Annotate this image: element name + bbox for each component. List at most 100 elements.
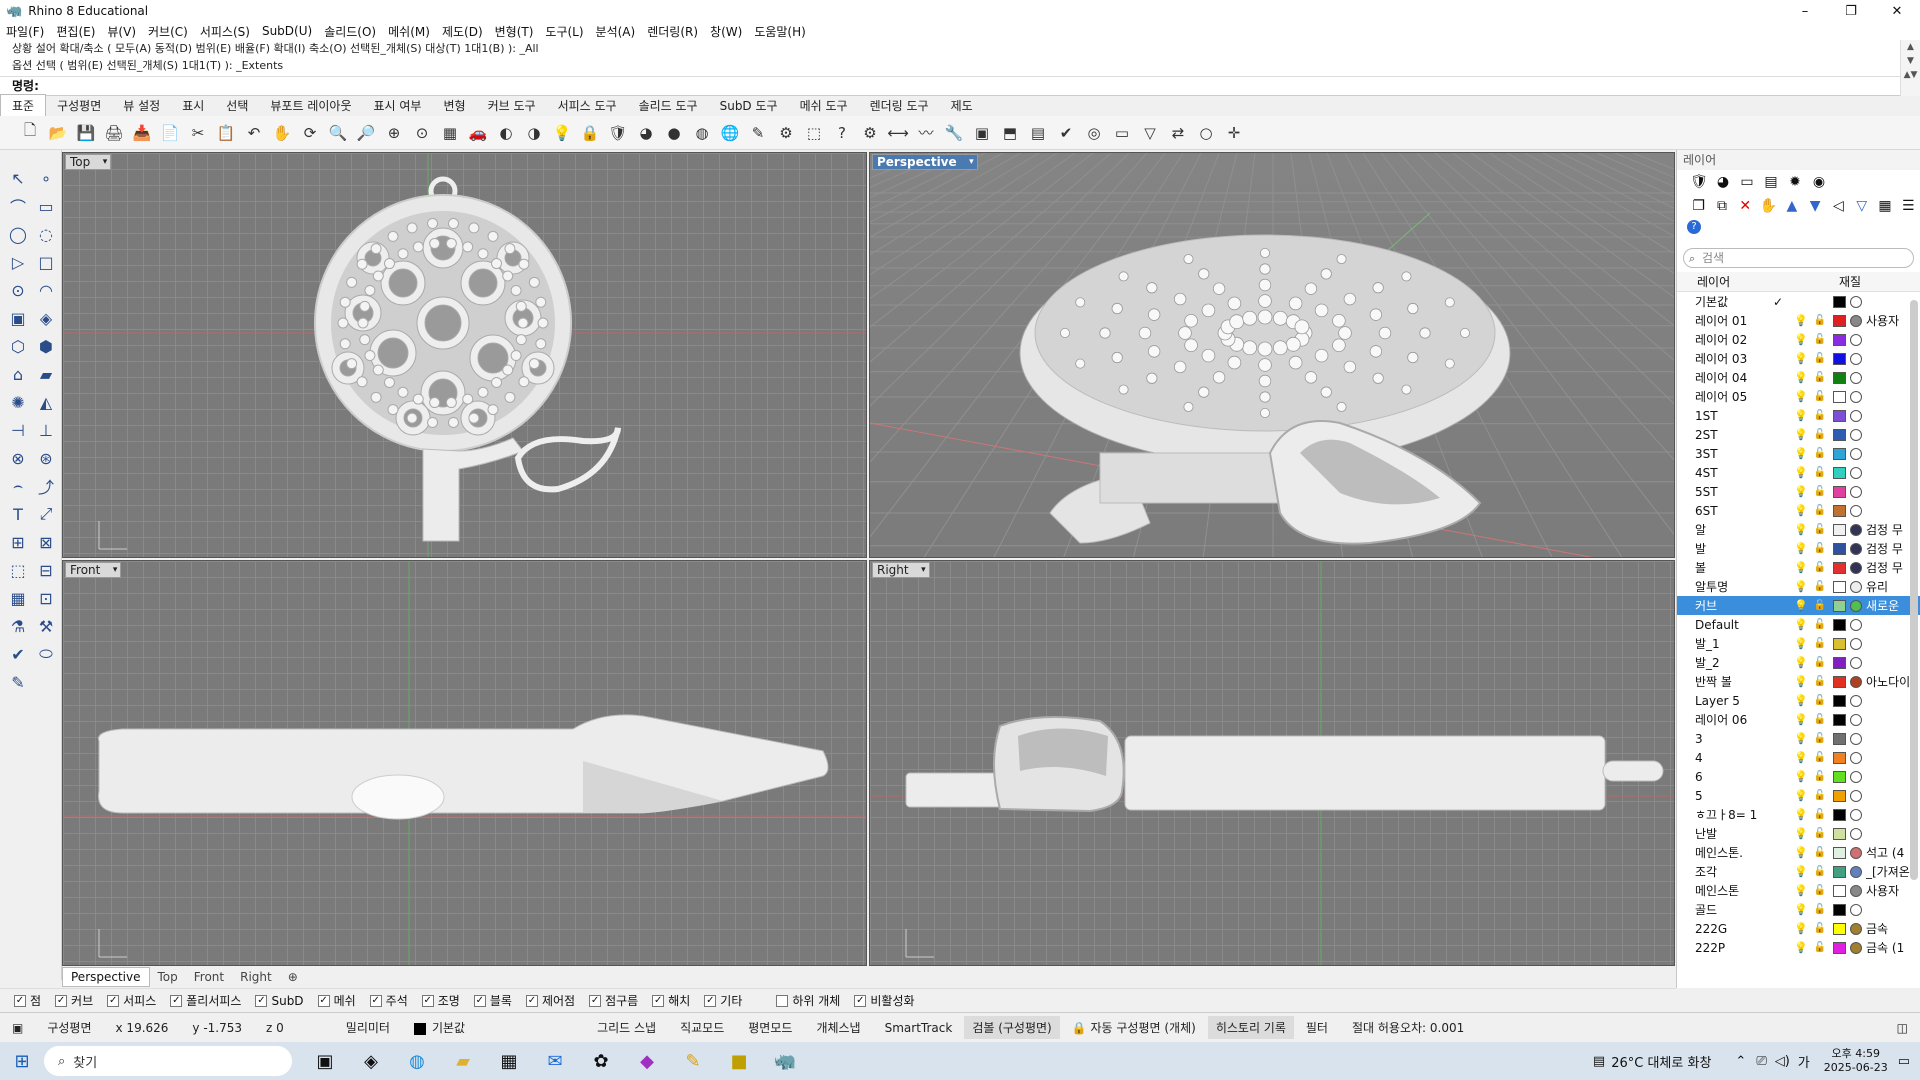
material-icon[interactable]: ◍: [690, 121, 714, 145]
bulb-icon[interactable]: 💡: [1791, 618, 1811, 631]
bulb-icon[interactable]: 💡: [1791, 865, 1811, 878]
group-icon[interactable]: ▣: [970, 121, 994, 145]
material-icon[interactable]: [1850, 523, 1862, 536]
lock-icon[interactable]: 🔓: [1811, 429, 1829, 440]
lock-icon[interactable]: 🔓: [1811, 847, 1829, 858]
left-tool-icon[interactable]: ✔: [4, 640, 32, 668]
status-history[interactable]: 히스토리 기록: [1207, 1016, 1294, 1039]
material-icon[interactable]: [1850, 447, 1862, 460]
current-layer-check[interactable]: ✓: [1765, 295, 1791, 309]
bulb-icon[interactable]: 💡: [1791, 941, 1811, 954]
osnap-5[interactable]: ✓ 메쉬: [317, 992, 356, 1009]
move-up-icon[interactable]: ▲: [1780, 198, 1803, 214]
material-icon[interactable]: [1850, 333, 1862, 346]
lock-icon[interactable]: 🔓: [1811, 809, 1829, 820]
checkbox[interactable]: ✓: [652, 994, 665, 1007]
layer-color-swatch[interactable]: [1833, 428, 1846, 441]
menu-dimension[interactable]: 제도(D): [436, 23, 489, 40]
status-smarttrack[interactable]: SmartTrack: [873, 1021, 965, 1035]
layer-row[interactable]: 6ST 💡 🔓: [1677, 501, 1920, 520]
ribbon-tab[interactable]: 솔리드 도구: [628, 95, 709, 116]
select-icon[interactable]: ⬚: [802, 121, 826, 145]
layer-row[interactable]: 조각 💡 🔓 _[가져온: [1677, 862, 1920, 881]
material-icon[interactable]: [1850, 428, 1862, 441]
snap-icon[interactable]: ✛: [1222, 121, 1246, 145]
viewport-label-top[interactable]: Top ▾: [65, 154, 112, 170]
layer-color-swatch[interactable]: [1833, 770, 1846, 783]
left-tool-icon[interactable]: ⊗: [4, 444, 32, 472]
menu-subd[interactable]: SubD(U): [256, 24, 318, 38]
bulb-icon[interactable]: 💡: [1791, 580, 1811, 593]
bulb-icon[interactable]: 💡: [1791, 846, 1811, 859]
lock-icon[interactable]: 🔓: [1811, 334, 1829, 345]
lock-icon[interactable]: 🔓: [1811, 467, 1829, 478]
layer-row[interactable]: 3ST 💡 🔓: [1677, 444, 1920, 463]
undo-icon[interactable]: ↶: [242, 121, 266, 145]
layer-row[interactable]: 5ST 💡 🔓: [1677, 482, 1920, 501]
menu-file[interactable]: 파일(F): [0, 23, 50, 40]
layer-row[interactable]: 5 💡 🔓: [1677, 786, 1920, 805]
check-icon[interactable]: ✔: [1054, 121, 1078, 145]
layer-row[interactable]: 레이어 01 💡 🔓 사용자: [1677, 311, 1920, 330]
windows-start-icon[interactable]: ⊞: [0, 1051, 44, 1072]
zoom-selected-icon[interactable]: ⊙: [410, 121, 434, 145]
lock-icon[interactable]: 🔓: [1811, 448, 1829, 459]
status-grid-snap[interactable]: 그리드 스냅: [477, 1019, 668, 1036]
layer-color-swatch[interactable]: [1833, 352, 1846, 365]
left-tool-icon[interactable]: ⤴: [32, 472, 60, 500]
gear-icon[interactable]: ⚙: [774, 121, 798, 145]
material-icon[interactable]: [1850, 789, 1862, 802]
ribbon-tab[interactable]: 뷰포트 레이아웃: [259, 95, 362, 116]
viewport-right[interactable]: Right ▾: [869, 560, 1675, 966]
layer-row[interactable]: 메인스톤 💡 🔓 사용자: [1677, 881, 1920, 900]
lock-icon[interactable]: 🔓: [1811, 353, 1829, 364]
layer-row[interactable]: 커브 💡 🔓 새로운: [1677, 596, 1920, 615]
left-tool-icon[interactable]: ⚗: [4, 612, 32, 640]
status-planar[interactable]: 평면모드: [736, 1019, 804, 1036]
shield-icon[interactable]: 🛡: [1687, 174, 1711, 190]
pen-icon[interactable]: ✎: [746, 121, 770, 145]
left-tool-icon[interactable]: ⊞: [4, 528, 32, 556]
lock-icon[interactable]: 🔓: [1811, 885, 1829, 896]
print-icon[interactable]: 🖨: [102, 121, 126, 145]
car-icon[interactable]: 🚗: [466, 121, 490, 145]
osnap-1[interactable]: ✓ 커브: [55, 992, 93, 1009]
left-tool-icon[interactable]: ◯: [4, 220, 32, 248]
material-icon[interactable]: [1850, 485, 1862, 498]
layer-row[interactable]: 메인스톤. 💡 🔓 석고 (4: [1677, 843, 1920, 862]
layer-color-swatch[interactable]: [1833, 523, 1846, 536]
viewport-label-front[interactable]: Front ▾: [65, 562, 122, 578]
layer-row[interactable]: 발_2 💡 🔓: [1677, 653, 1920, 672]
checkbox[interactable]: [776, 994, 789, 1007]
layer-color-swatch[interactable]: [1833, 295, 1846, 308]
open-icon[interactable]: 📂: [46, 121, 70, 145]
layer-color-swatch[interactable]: [1833, 637, 1846, 650]
menu-transform[interactable]: 변형(T): [489, 23, 540, 40]
view-icon[interactable]: ▭: [1110, 121, 1134, 145]
bulb-icon[interactable]: 💡: [1791, 542, 1811, 555]
help-icon[interactable]: ?: [830, 121, 854, 145]
layer-row[interactable]: 레이어 05 💡 🔓: [1677, 387, 1920, 406]
layer-color-swatch[interactable]: [1833, 561, 1846, 574]
layer-row[interactable]: ㅎ끄ㅏ8= 1 💡 🔓: [1677, 805, 1920, 824]
bulb-icon[interactable]: 💡: [1791, 770, 1811, 783]
layer-row[interactable]: 알투명 💡 🔓 유리: [1677, 577, 1920, 596]
layer-color-swatch[interactable]: [1833, 485, 1846, 498]
menu-solid[interactable]: 솔리드(O): [318, 23, 382, 40]
spiral-icon[interactable]: ◎: [1082, 121, 1106, 145]
left-tool-icon[interactable]: ⬭: [32, 640, 60, 668]
layer-row[interactable]: 4ST 💡 🔓: [1677, 463, 1920, 482]
material-icon[interactable]: [1850, 371, 1862, 384]
material-icon[interactable]: [1850, 409, 1862, 422]
left-tool-icon[interactable]: ✺: [4, 388, 32, 416]
layer-color-swatch[interactable]: [1833, 789, 1846, 802]
bulb-icon[interactable]: 💡: [1791, 903, 1811, 916]
bulb-icon[interactable]: 💡: [1791, 428, 1811, 441]
cut-icon[interactable]: ✂: [186, 121, 210, 145]
bulb-icon[interactable]: 💡: [1791, 789, 1811, 802]
left-tool-icon[interactable]: ⊥: [32, 416, 60, 444]
ribbon-tab[interactable]: 메쉬 도구: [789, 95, 859, 116]
material-icon[interactable]: [1850, 751, 1862, 764]
edge-icon[interactable]: ◍: [394, 1051, 440, 1072]
lock-icon[interactable]: 🔓: [1811, 923, 1829, 934]
